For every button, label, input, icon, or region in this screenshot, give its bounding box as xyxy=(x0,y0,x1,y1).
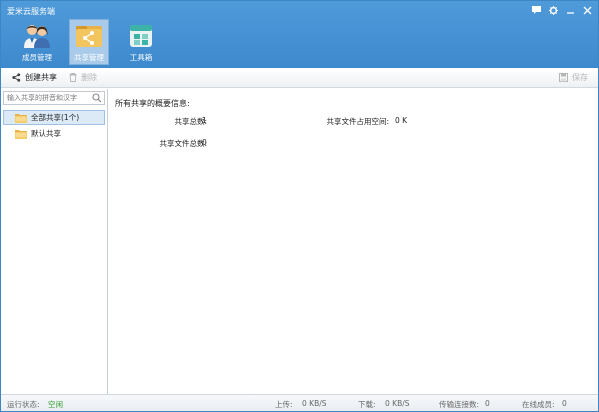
toolbox-icon xyxy=(126,22,156,50)
members-icon xyxy=(22,22,52,50)
tree-item-label: 默认共享 xyxy=(31,129,61,138)
nav-member-management[interactable]: 成员管理 xyxy=(17,19,57,65)
run-state-label: 运行状态: xyxy=(7,400,40,409)
nav-toolbox[interactable]: 工具箱 xyxy=(121,19,161,65)
save-label: 保存 xyxy=(572,73,588,82)
search-box xyxy=(3,91,105,105)
window-controls xyxy=(530,4,594,16)
share-icon xyxy=(12,73,21,82)
nav-label: 工具箱 xyxy=(129,53,153,62)
space-used-value: 0 K xyxy=(395,116,408,125)
trash-icon xyxy=(69,73,77,82)
delete-button[interactable]: 删除 xyxy=(69,72,97,83)
file-count-value: 0 xyxy=(202,138,207,147)
share-count-label: 共享总数: xyxy=(174,117,207,126)
save-icon xyxy=(559,73,568,82)
nav-label: 共享管理 xyxy=(74,53,104,62)
nav-share-management[interactable]: 共享管理 xyxy=(69,19,109,65)
app-window: 爱米云服务端 成员管理 共享管理 工具箱 创建共享 删除 保存 输入共享的拼音和… xyxy=(0,0,599,412)
folder-icon xyxy=(15,113,27,123)
connections-value: 0 xyxy=(485,399,490,408)
download-label: 下载: xyxy=(358,400,376,409)
folder-icon xyxy=(15,129,27,139)
search-input[interactable] xyxy=(4,92,94,104)
online-members-label: 在线成员: xyxy=(522,400,555,409)
upload-label: 上传: xyxy=(275,400,293,409)
tree-item-label: 全部共享(1个) xyxy=(31,113,80,122)
online-members-value: 0 xyxy=(562,399,567,408)
share-icon xyxy=(74,22,104,50)
close-icon[interactable] xyxy=(581,4,594,16)
share-sidebar: 全部共享(1个) 默认共享 xyxy=(1,89,108,394)
search-icon[interactable] xyxy=(92,93,102,103)
delete-label: 删除 xyxy=(81,73,97,82)
status-bar: 运行状态: 空闲 上传: 0 KB/S 下载: 0 KB/S 传输连接数: 0 … xyxy=(1,394,598,411)
toolbar: 创建共享 删除 保存 xyxy=(1,68,598,88)
save-button[interactable]: 保存 xyxy=(559,72,588,83)
share-count-value: 1 xyxy=(202,116,207,125)
download-value: 0 KB/S xyxy=(385,399,410,408)
summary-panel: 所有共享的概要信息: 共享总数: 1 共享文件占用空间: 0 K 共享文件总数:… xyxy=(109,89,598,394)
nav-label: 成员管理 xyxy=(22,53,52,62)
create-share-label: 创建共享 xyxy=(25,73,57,82)
settings-gear-icon[interactable] xyxy=(547,4,560,16)
header: 爱米云服务端 成员管理 共享管理 工具箱 xyxy=(1,1,598,68)
minimize-icon[interactable] xyxy=(564,4,577,16)
connections-label: 传输连接数: xyxy=(439,400,480,409)
upload-value: 0 KB/S xyxy=(302,399,327,408)
app-title: 爱米云服务端 xyxy=(7,7,55,16)
file-count-label: 共享文件总数: xyxy=(159,139,207,148)
run-state-value: 空闲 xyxy=(48,400,63,409)
summary-title: 所有共享的概要信息: xyxy=(115,99,190,108)
tree-item-all-shares[interactable]: 全部共享(1个) xyxy=(3,110,105,125)
main-nav: 成员管理 共享管理 工具箱 xyxy=(17,19,161,65)
create-share-button[interactable]: 创建共享 xyxy=(12,72,57,83)
message-icon[interactable] xyxy=(530,4,543,16)
tree-item-default-share[interactable]: 默认共享 xyxy=(3,126,105,141)
space-used-label: 共享文件占用空间: xyxy=(326,117,389,126)
